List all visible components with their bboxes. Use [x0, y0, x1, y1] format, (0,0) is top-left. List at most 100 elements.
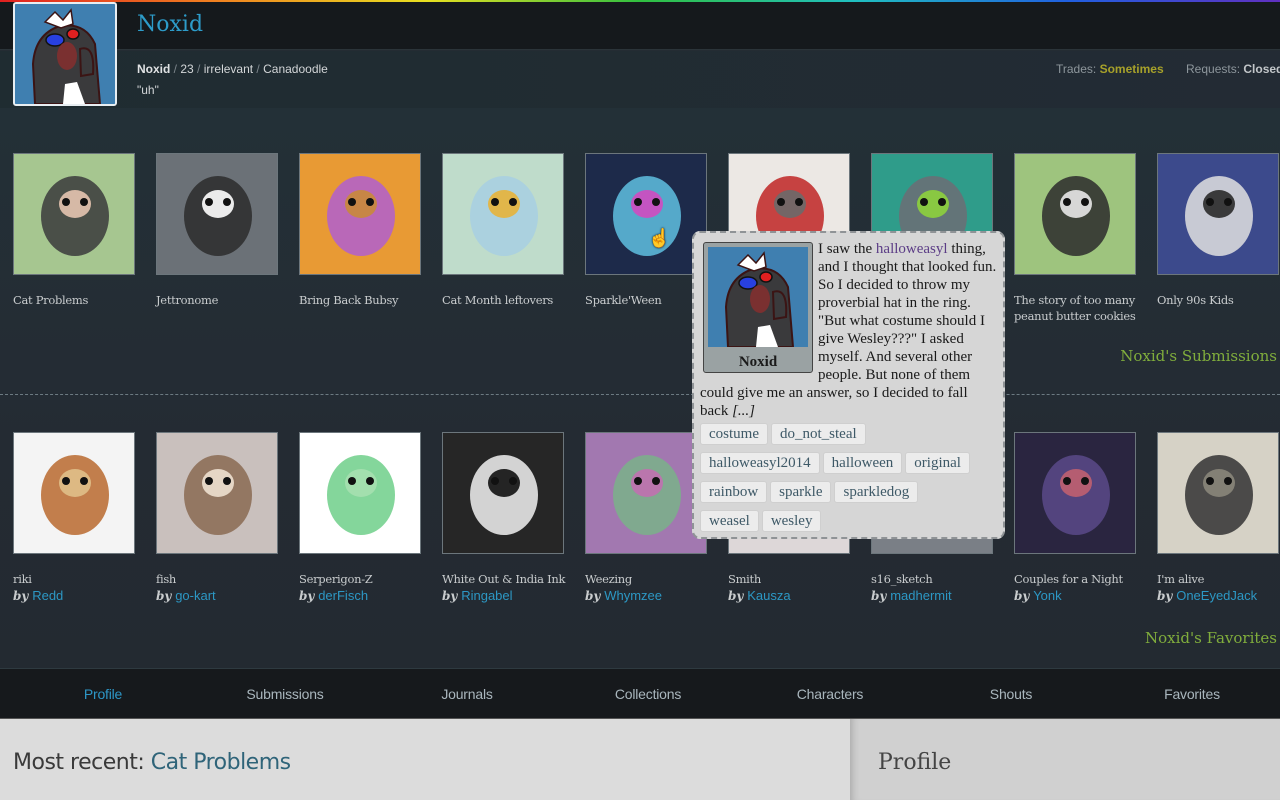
- favorite-item[interactable]: fish by go-kart: [156, 432, 286, 605]
- author-link[interactable]: derFisch: [318, 588, 368, 603]
- submission-item[interactable]: Only 90s Kids: [1157, 153, 1280, 308]
- author-link[interactable]: madhermit: [890, 588, 951, 603]
- submissions-link[interactable]: Noxid's Submissions: [1120, 347, 1277, 365]
- thumbnail[interactable]: [1014, 153, 1136, 275]
- nav-tab-shouts[interactable]: Shouts: [990, 686, 1033, 702]
- thumbnail[interactable]: ☝: [585, 153, 707, 275]
- most-recent-panel: Most recent: Cat Problems: [0, 718, 850, 800]
- meta-gender: irrelevant: [203, 62, 254, 76]
- item-title[interactable]: Cat Month leftovers: [442, 292, 572, 308]
- by-label: by: [1014, 589, 1030, 603]
- nav-tab-submissions[interactable]: Submissions: [246, 686, 323, 702]
- costume-thumbnail-icon: [586, 154, 706, 274]
- item-title[interactable]: Couples for a Night: [1014, 571, 1144, 587]
- author-link[interactable]: Redd: [32, 588, 63, 603]
- favorites-link[interactable]: Noxid's Favorites: [1145, 629, 1277, 647]
- most-recent-label: Most recent:: [13, 750, 151, 775]
- item-title[interactable]: Weezing: [585, 571, 715, 587]
- item-title[interactable]: White Out & India Ink: [442, 571, 572, 587]
- submission-tooltip: Noxid I saw the halloweasyl thing, and I…: [692, 231, 1005, 539]
- profile-username[interactable]: Noxid: [137, 12, 203, 37]
- thumbnail[interactable]: [156, 153, 278, 275]
- author-link[interactable]: Whymzee: [604, 588, 662, 603]
- thumbnail[interactable]: [299, 153, 421, 275]
- item-title[interactable]: riki: [13, 571, 143, 587]
- author-link[interactable]: OneEyedJack: [1176, 588, 1257, 603]
- item-title[interactable]: I'm alive: [1157, 571, 1280, 587]
- thumbnail[interactable]: [585, 432, 707, 554]
- meta-name: Noxid: [137, 62, 171, 76]
- nav-tab-profile[interactable]: Profile: [84, 686, 122, 702]
- tag-wesley[interactable]: wesley: [761, 510, 822, 532]
- tag-rainbow[interactable]: rainbow: [700, 481, 768, 503]
- favorite-item[interactable]: Serperigon-Z by derFisch: [299, 432, 429, 605]
- thumbnail[interactable]: [13, 432, 135, 554]
- favorite-item[interactable]: Couples for a Night by Yonk: [1014, 432, 1144, 605]
- submission-item[interactable]: Cat Problems: [13, 153, 143, 308]
- profile-info-bar: [0, 51, 1280, 108]
- thumbnail[interactable]: [1157, 153, 1279, 275]
- favorite-item[interactable]: riki by Redd: [13, 432, 143, 605]
- item-title[interactable]: Only 90s Kids: [1157, 292, 1280, 308]
- tag-halloween[interactable]: halloween: [822, 452, 903, 474]
- thumbnail[interactable]: [1157, 432, 1279, 554]
- by-label: by: [442, 589, 458, 603]
- character-thumbnail-icon: [157, 154, 277, 274]
- profile-panel: Profile: [850, 718, 1280, 800]
- by-label: by: [1157, 589, 1173, 603]
- tag-halloweasyl2014[interactable]: halloweasyl2014: [700, 452, 820, 474]
- item-title[interactable]: Smith: [728, 571, 858, 587]
- thumbnail[interactable]: [299, 432, 421, 554]
- halloweasyl-link[interactable]: halloweasyl: [876, 241, 948, 257]
- item-title[interactable]: Cat Problems: [13, 292, 143, 308]
- item-title[interactable]: fish: [156, 571, 286, 587]
- nav-tab-journals[interactable]: Journals: [441, 686, 493, 702]
- favorite-item[interactable]: White Out & India Ink by Ringabel: [442, 432, 572, 605]
- most-recent-link[interactable]: Cat Problems: [151, 750, 291, 775]
- author-link[interactable]: Ringabel: [461, 588, 512, 603]
- thumbnail[interactable]: [156, 432, 278, 554]
- favorite-item[interactable]: I'm alive by OneEyedJack: [1157, 432, 1280, 605]
- thumbnail[interactable]: [442, 432, 564, 554]
- author-link[interactable]: go-kart: [175, 588, 215, 603]
- artwork-icon: [300, 433, 420, 553]
- item-byline: by Kausza: [728, 587, 858, 605]
- item-title[interactable]: Jettronome: [156, 292, 286, 308]
- thumbnail[interactable]: [442, 153, 564, 275]
- submission-item[interactable]: Cat Month leftovers: [442, 153, 572, 308]
- rainbow-strip: [0, 0, 1280, 2]
- item-title[interactable]: The story of too many peanut butter cook…: [1014, 292, 1144, 324]
- thumbnail[interactable]: [1014, 432, 1136, 554]
- tag-sparkledog[interactable]: sparkledog: [834, 481, 919, 503]
- tag-do_not_steal[interactable]: do_not_steal: [771, 423, 866, 445]
- tag-costume[interactable]: costume: [700, 423, 768, 445]
- tag-original[interactable]: original: [905, 452, 970, 474]
- tag-weasel[interactable]: weasel: [700, 510, 759, 532]
- artwork-icon: [586, 433, 706, 553]
- by-label: by: [13, 589, 29, 603]
- artwork-icon: [443, 433, 563, 553]
- profile-panel-title: Profile: [878, 750, 952, 775]
- item-title[interactable]: s16_sketch: [871, 571, 1001, 587]
- submission-item[interactable]: The story of too many peanut butter cook…: [1014, 153, 1144, 324]
- tooltip-avatar[interactable]: Noxid: [703, 242, 813, 373]
- item-byline: by go-kart: [156, 587, 286, 605]
- avatar[interactable]: [13, 2, 117, 106]
- author-link[interactable]: Yonk: [1033, 588, 1061, 603]
- item-title[interactable]: Serperigon-Z: [299, 571, 429, 587]
- nav-tab-collections[interactable]: Collections: [615, 686, 681, 702]
- badge-thumbnail-icon: [300, 154, 420, 274]
- artwork-icon: [1015, 433, 1135, 553]
- thumbnail[interactable]: [13, 153, 135, 275]
- item-byline: by Whymzee: [585, 587, 715, 605]
- tag-sparkle[interactable]: sparkle: [770, 481, 832, 503]
- by-label: by: [871, 589, 887, 603]
- item-title[interactable]: Bring Back Bubsy: [299, 292, 429, 308]
- nav-tab-characters[interactable]: Characters: [797, 686, 864, 702]
- submission-item[interactable]: Bring Back Bubsy: [299, 153, 429, 308]
- nav-tab-favorites[interactable]: Favorites: [1164, 686, 1220, 702]
- submission-item[interactable]: Jettronome: [156, 153, 286, 308]
- section-divider: [0, 394, 1280, 395]
- author-link[interactable]: Kausza: [747, 588, 790, 603]
- comic-thumbnail-icon: [1015, 154, 1135, 274]
